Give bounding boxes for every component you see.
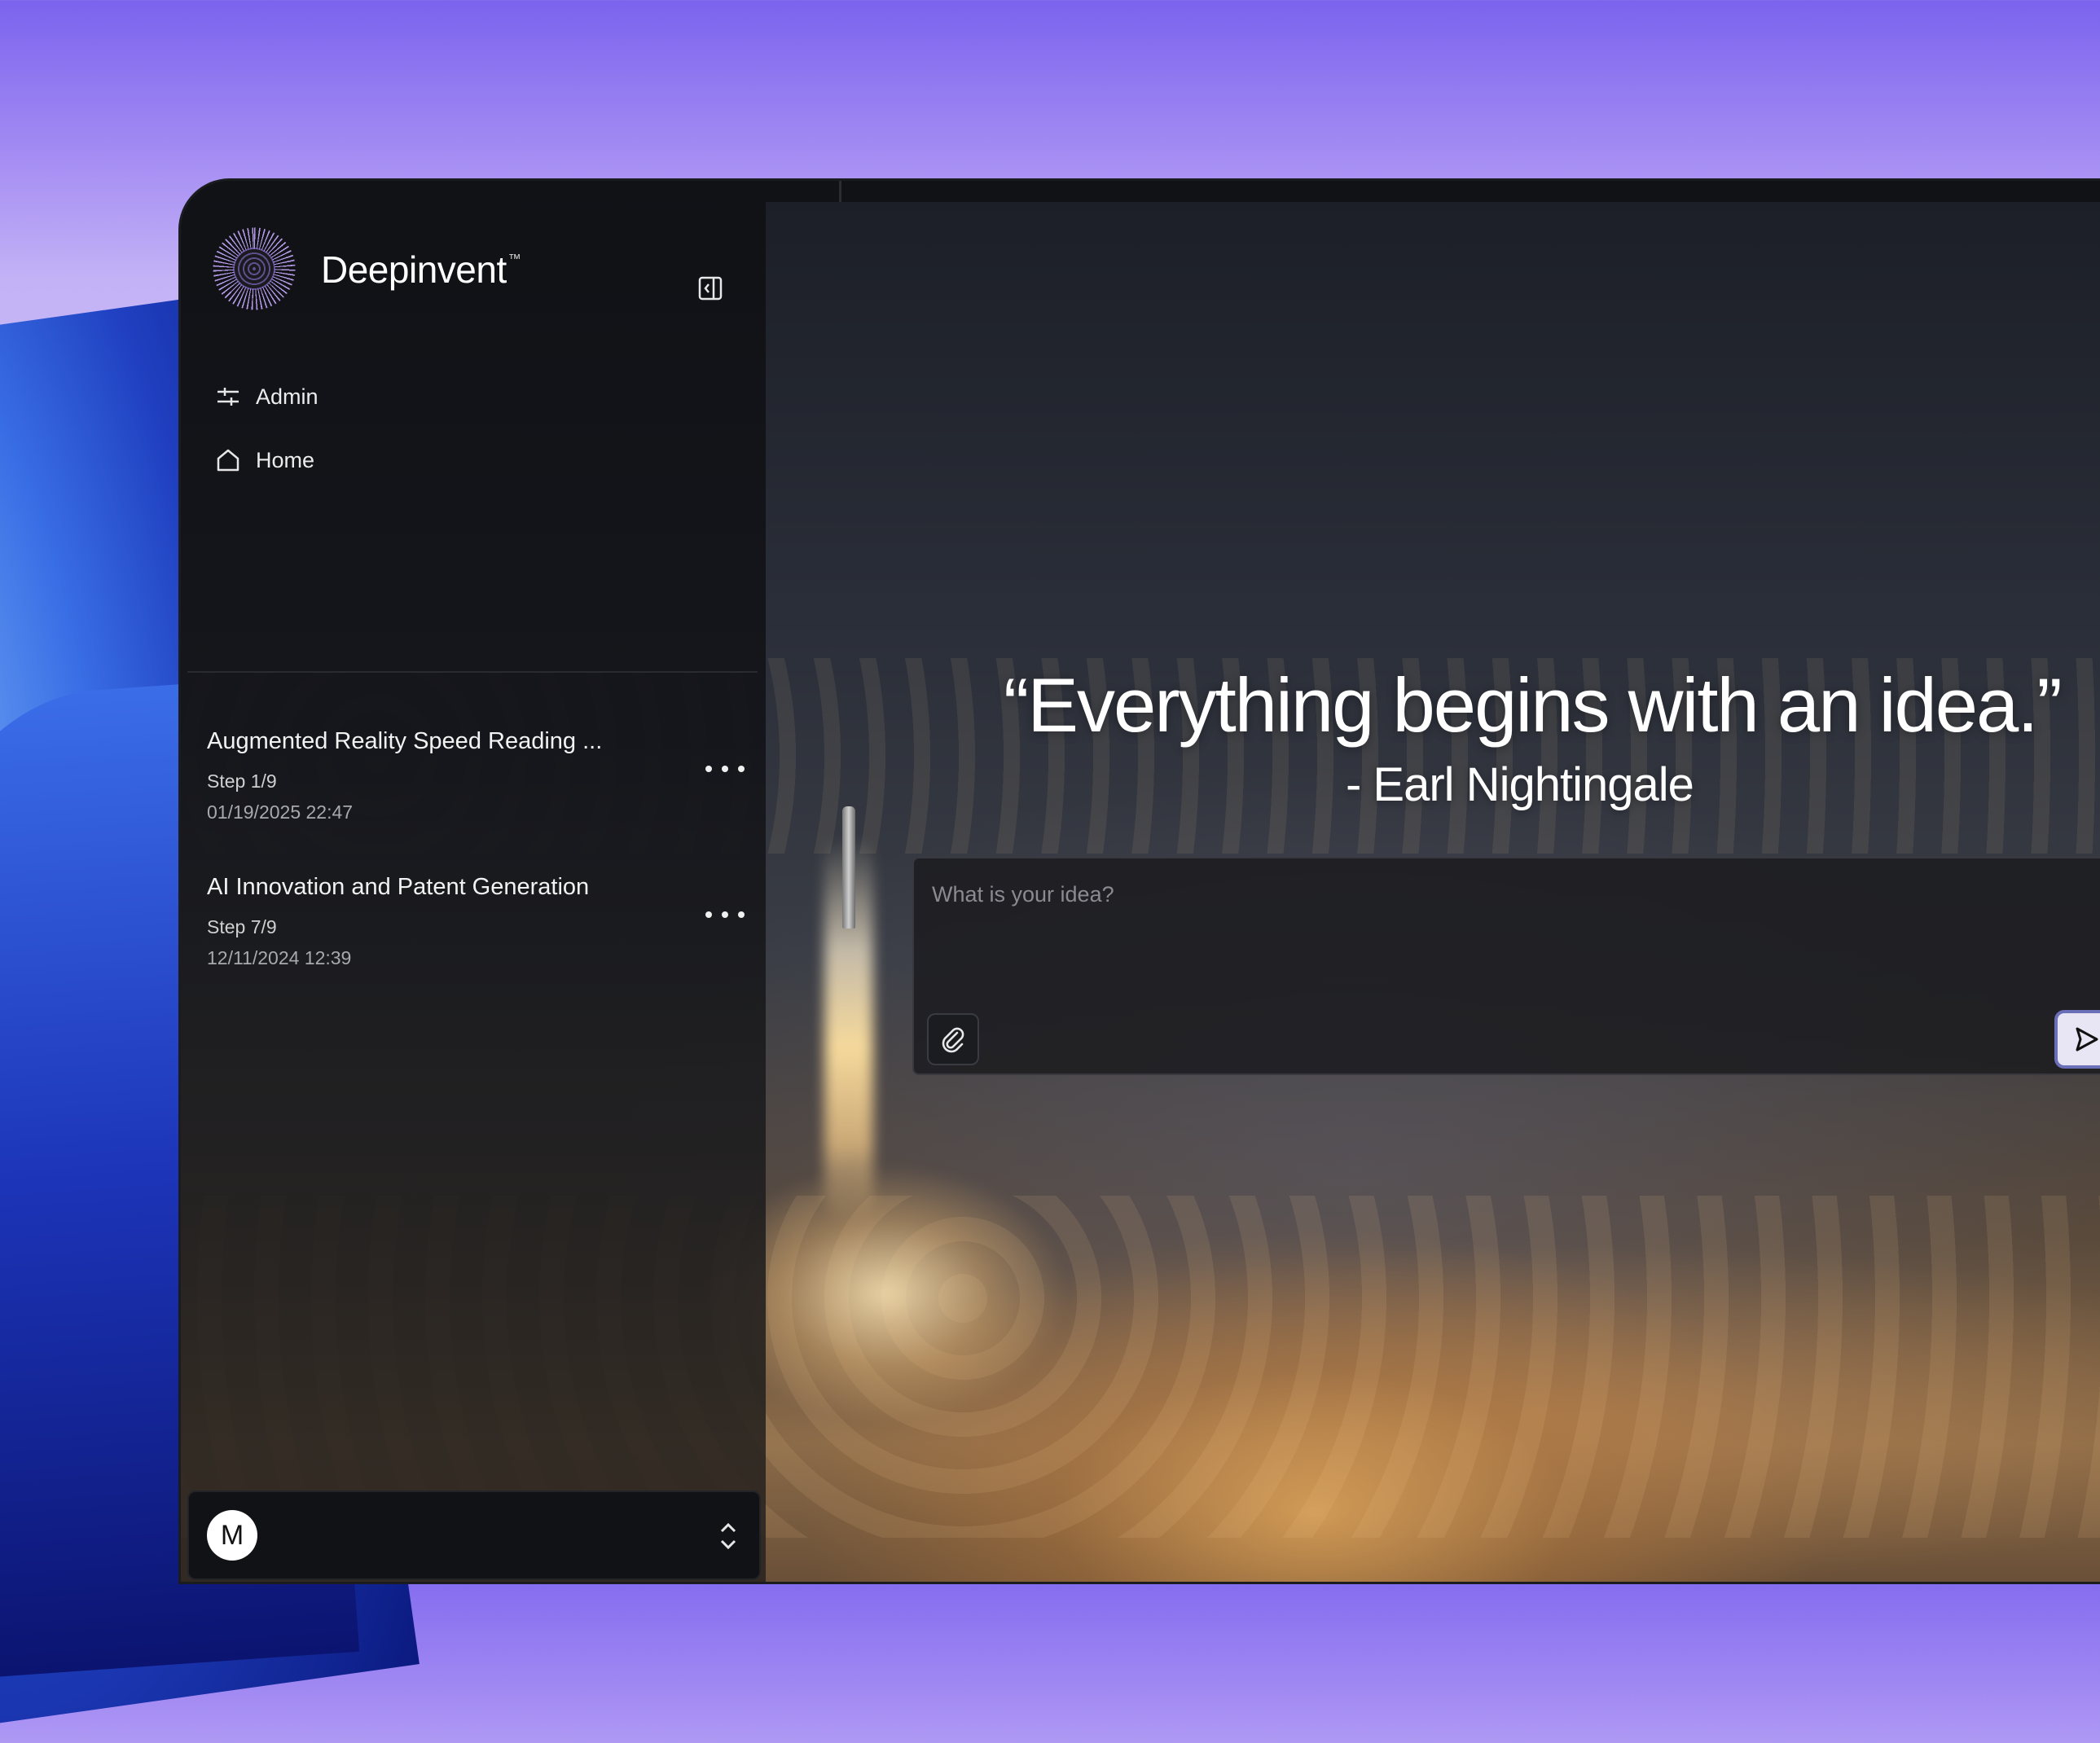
quote-author: - Earl Nightingale	[1346, 758, 1694, 811]
chat-title: AI Innovation and Patent Generation	[207, 874, 590, 900]
more-dot	[722, 766, 728, 772]
idea-composer	[912, 857, 2100, 1075]
chevron-up-down-icon	[717, 1520, 740, 1552]
chat-date: 01/19/2025 22:47	[207, 801, 354, 823]
sidebar: Deepinvent ™ Admin Home Augmented Realit…	[181, 202, 766, 1582]
chat-step: Step 1/9	[207, 771, 277, 792]
more-dot	[722, 911, 728, 918]
chat-history-item[interactable]: Augmented Reality Speed Reading ... Step…	[207, 728, 745, 842]
send-icon	[2076, 1027, 2098, 1052]
brand-name: Deepinvent ™	[321, 248, 521, 292]
more-dot	[738, 911, 745, 918]
chat-date: 12/11/2024 12:39	[207, 947, 352, 968]
sidebar-item-label: Admin	[256, 384, 319, 409]
chat-step: Step 7/9	[207, 916, 277, 937]
sidebar-item-admin[interactable]: Admin	[213, 376, 319, 417]
more-dot	[705, 911, 712, 918]
sidebar-item-home[interactable]: Home	[213, 440, 314, 481]
user-menu[interactable]: M	[187, 1491, 761, 1580]
attach-button[interactable]	[927, 1013, 979, 1065]
more-options-button[interactable]	[705, 905, 745, 924]
sliders-icon	[213, 382, 243, 411]
window-topbar	[181, 181, 2100, 202]
sidebar-toggle-icon	[698, 276, 723, 301]
collapse-sidebar-button[interactable]	[697, 275, 723, 301]
trademark-mark: ™	[507, 252, 521, 266]
chat-history-item[interactable]: AI Innovation and Patent Generation Step…	[207, 874, 745, 988]
more-dot	[738, 766, 745, 772]
sidebar-divider	[187, 671, 758, 673]
paperclip-icon	[942, 1027, 964, 1053]
more-options-button[interactable]	[705, 759, 745, 779]
brand-logo-core	[233, 248, 275, 290]
rocket-image	[842, 806, 855, 929]
brand-text: Deepinvent	[321, 248, 507, 291]
home-icon	[213, 446, 243, 475]
idea-input[interactable]	[930, 873, 2074, 915]
avatar: M	[207, 1510, 257, 1561]
quote-text: “Everything begins with an idea.”	[1004, 662, 2063, 748]
send-button[interactable]	[2054, 1010, 2100, 1069]
app-window: Deepinvent ™ Admin Home Augmented Realit…	[181, 181, 2100, 1582]
topbar-divider	[839, 181, 841, 202]
chat-title: Augmented Reality Speed Reading ...	[207, 728, 603, 754]
more-dot	[705, 766, 712, 772]
sidebar-item-label: Home	[256, 447, 315, 472]
